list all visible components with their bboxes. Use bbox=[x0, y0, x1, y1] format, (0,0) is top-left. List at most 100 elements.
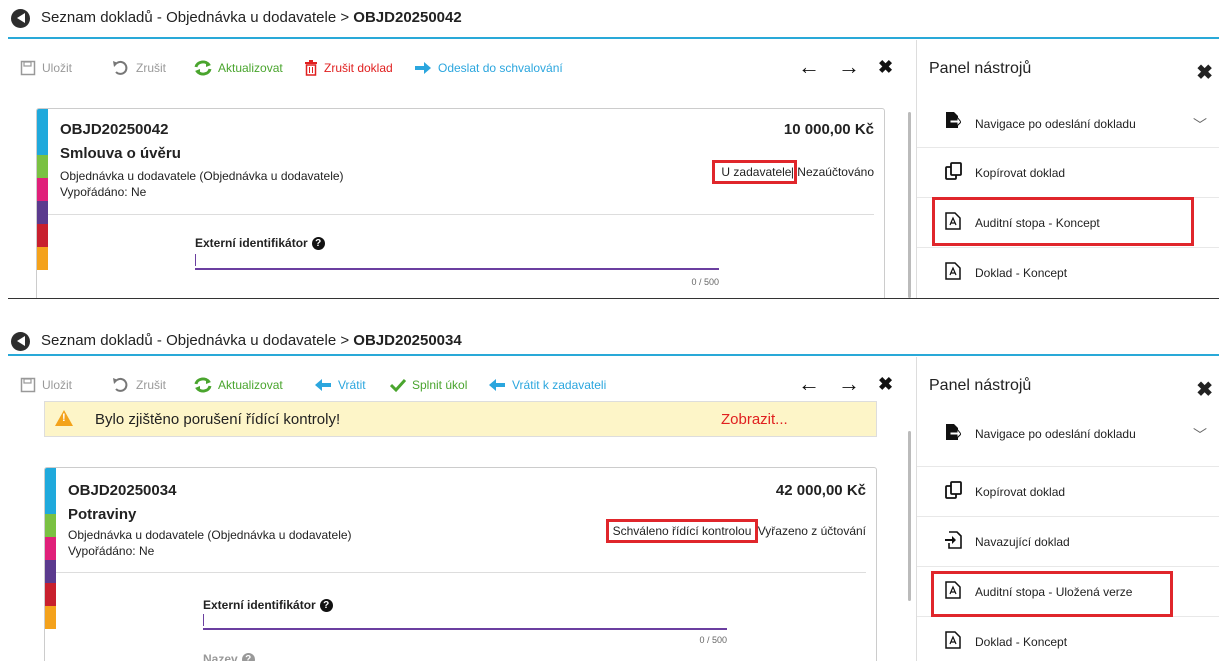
cancel-label: Zrušit bbox=[136, 61, 166, 75]
cancel-button[interactable]: Zrušit bbox=[112, 60, 166, 76]
title-bar: Seznam dokladů - Objednávka u dodavatele… bbox=[8, 0, 1219, 39]
chevron-down-icon[interactable]: ﹀ bbox=[1193, 425, 1207, 445]
name-field-label-text: Nazev bbox=[203, 652, 238, 661]
warning-banner: Bylo zjištěno porušení řídící kontroly! … bbox=[44, 401, 877, 437]
refresh-button[interactable]: Aktualizovat bbox=[194, 60, 283, 76]
accounting-status: Vyřazeno z účtování bbox=[757, 524, 866, 538]
external-id-label-text: Externí identifikátor bbox=[195, 236, 308, 250]
return-label: Vrátit bbox=[338, 378, 366, 392]
document-amount: 10 000,00 Kč bbox=[783, 121, 874, 138]
previous-arrow-icon[interactable]: ← bbox=[798, 371, 820, 397]
trash-icon bbox=[305, 60, 317, 76]
refresh-button[interactable]: Aktualizovat bbox=[194, 377, 283, 393]
warning-text: Bylo zjištěno porušení řídící kontroly! bbox=[95, 411, 341, 428]
save-button[interactable]: Uložit bbox=[20, 377, 72, 393]
panel-item-copy[interactable]: Kopírovat doklad bbox=[917, 147, 1219, 198]
char-counter: 0 / 500 bbox=[699, 635, 727, 645]
arrow-left-icon bbox=[315, 379, 331, 391]
document-forward-icon bbox=[946, 424, 961, 440]
name-field-label: Nazev ? bbox=[203, 652, 255, 661]
screenshot-2: Seznam dokladů - Objednávka u dodavatele… bbox=[8, 327, 1219, 661]
copy-icon bbox=[945, 481, 962, 499]
highlight-box bbox=[932, 197, 1194, 246]
previous-arrow-icon[interactable]: ← bbox=[798, 54, 820, 80]
color-stripes bbox=[45, 468, 56, 629]
breadcrumb: Seznam dokladů - Objednávka u dodavatele… bbox=[41, 9, 462, 26]
panel-title: Panel nástrojů bbox=[929, 377, 1032, 394]
help-icon[interactable]: ? bbox=[311, 236, 325, 250]
delete-document-button[interactable]: Zrušit doklad bbox=[304, 60, 393, 76]
refresh-icon bbox=[194, 377, 212, 393]
complete-task-button[interactable]: Splnit úkol bbox=[390, 377, 467, 393]
external-id-input[interactable] bbox=[203, 614, 727, 630]
document-type: Objednávka u dodavatele (Objednávka u do… bbox=[60, 169, 344, 183]
external-id-input[interactable] bbox=[195, 254, 719, 270]
document-name: Potraviny bbox=[68, 506, 137, 523]
panel-item-label: Kopírovat doklad bbox=[975, 166, 1066, 180]
app-logo-icon bbox=[11, 332, 30, 351]
cancel-button[interactable]: Zrušit bbox=[112, 377, 166, 393]
breadcrumb-path[interactable]: Seznam dokladů - Objednávka u dodavatele… bbox=[41, 332, 349, 349]
scrollbar[interactable] bbox=[908, 431, 911, 601]
panel-item-navigation[interactable]: Navigace po odeslání dokladu ﹀ bbox=[917, 409, 1219, 459]
refresh-label: Aktualizovat bbox=[218, 378, 283, 392]
panel-item-doc-draft[interactable]: Doklad - Koncept bbox=[917, 616, 1219, 661]
panel-item-related-doc[interactable]: Navazující doklad bbox=[917, 516, 1219, 567]
settlement-status: Vypořádáno: Ne bbox=[60, 185, 147, 199]
chevron-down-icon[interactable]: ﹀ bbox=[1193, 115, 1207, 135]
status-line: U zadavatele | Nezaúčtováno bbox=[712, 160, 874, 184]
document-name: Smlouva o úvěru bbox=[60, 145, 181, 162]
external-id-label: Externí identifikátor ? bbox=[195, 236, 325, 250]
panel-title: Panel nástrojů bbox=[929, 60, 1032, 77]
screenshot-1: Seznam dokladů - Objednávka u dodavatele… bbox=[8, 0, 1219, 299]
copy-icon bbox=[945, 162, 962, 180]
refresh-label: Aktualizovat bbox=[218, 61, 283, 75]
save-button[interactable]: Uložit bbox=[20, 60, 72, 76]
floppy-icon bbox=[20, 377, 36, 393]
document-amount: 42 000,00 Kč bbox=[775, 482, 866, 499]
refresh-icon bbox=[194, 60, 212, 76]
save-label: Uložit bbox=[42, 61, 73, 75]
document-card: OBJD20250042 10 000,00 Kč Smlouva o úvěr… bbox=[36, 108, 885, 298]
show-details-link[interactable]: Zobrazit... bbox=[721, 411, 788, 428]
document-number: OBJD20250034 bbox=[68, 482, 177, 499]
char-counter: 0 / 500 bbox=[691, 277, 719, 287]
panel-item-label: Navazující doklad bbox=[975, 535, 1070, 549]
panel-item-navigation[interactable]: Navigace po odeslání dokladu ﹀ bbox=[917, 97, 1219, 147]
return-to-submitter-label: Vrátit k zadavateli bbox=[512, 378, 607, 392]
panel-item-label: Navigace po odeslání dokladu bbox=[975, 427, 1136, 441]
document-type: Objednávka u dodavatele (Objednávka u do… bbox=[68, 528, 352, 542]
send-approval-button[interactable]: Odeslat do schvalování bbox=[414, 60, 563, 76]
panel-item-copy[interactable]: Kopírovat doklad bbox=[917, 466, 1219, 517]
breadcrumb: Seznam dokladů - Objednávka u dodavatele… bbox=[41, 332, 462, 349]
close-icon[interactable]: ✖ bbox=[878, 374, 893, 395]
next-arrow-icon[interactable]: → bbox=[838, 371, 860, 397]
external-id-label-text: Externí identifikátor bbox=[203, 598, 316, 612]
accounting-status: Nezaúčtováno bbox=[797, 165, 874, 179]
help-icon[interactable]: ? bbox=[241, 652, 255, 661]
panel-close-icon[interactable]: ✖ bbox=[1196, 377, 1213, 402]
app-logo-icon bbox=[11, 9, 30, 28]
divider bbox=[48, 214, 874, 215]
scrollbar[interactable] bbox=[908, 112, 911, 298]
document-link-icon bbox=[945, 531, 962, 549]
panel-close-icon[interactable]: ✖ bbox=[1196, 60, 1213, 85]
panel-item-doc-draft[interactable]: Doklad - Koncept bbox=[917, 247, 1219, 298]
close-icon[interactable]: ✖ bbox=[878, 57, 893, 78]
warning-icon bbox=[55, 410, 73, 426]
status-line: Schváleno řídící kontrolou Vyřazeno z úč… bbox=[605, 519, 866, 543]
return-to-submitter-button[interactable]: Vrátit k zadavateli bbox=[488, 377, 606, 393]
breadcrumb-doc: OBJD20250034 bbox=[353, 332, 462, 349]
breadcrumb-path[interactable]: Seznam dokladů - Objednávka u dodavatele… bbox=[41, 9, 349, 26]
status-separator: | bbox=[790, 165, 794, 179]
arrow-left-icon bbox=[489, 379, 505, 391]
panel-item-label: Kopírovat doklad bbox=[975, 485, 1066, 499]
toolbar: Uložit Zrušit Aktualizovat Zrušit doklad… bbox=[8, 40, 908, 96]
next-arrow-icon[interactable]: → bbox=[838, 54, 860, 80]
pdf-icon bbox=[945, 631, 961, 649]
document-card: OBJD20250034 42 000,00 Kč Potraviny Obje… bbox=[44, 467, 877, 661]
return-button[interactable]: Vrátit bbox=[314, 377, 366, 393]
title-bar: Seznam dokladů - Objednávka u dodavatele… bbox=[8, 327, 1219, 356]
breadcrumb-doc: OBJD20250042 bbox=[353, 9, 462, 26]
help-icon[interactable]: ? bbox=[319, 598, 333, 612]
